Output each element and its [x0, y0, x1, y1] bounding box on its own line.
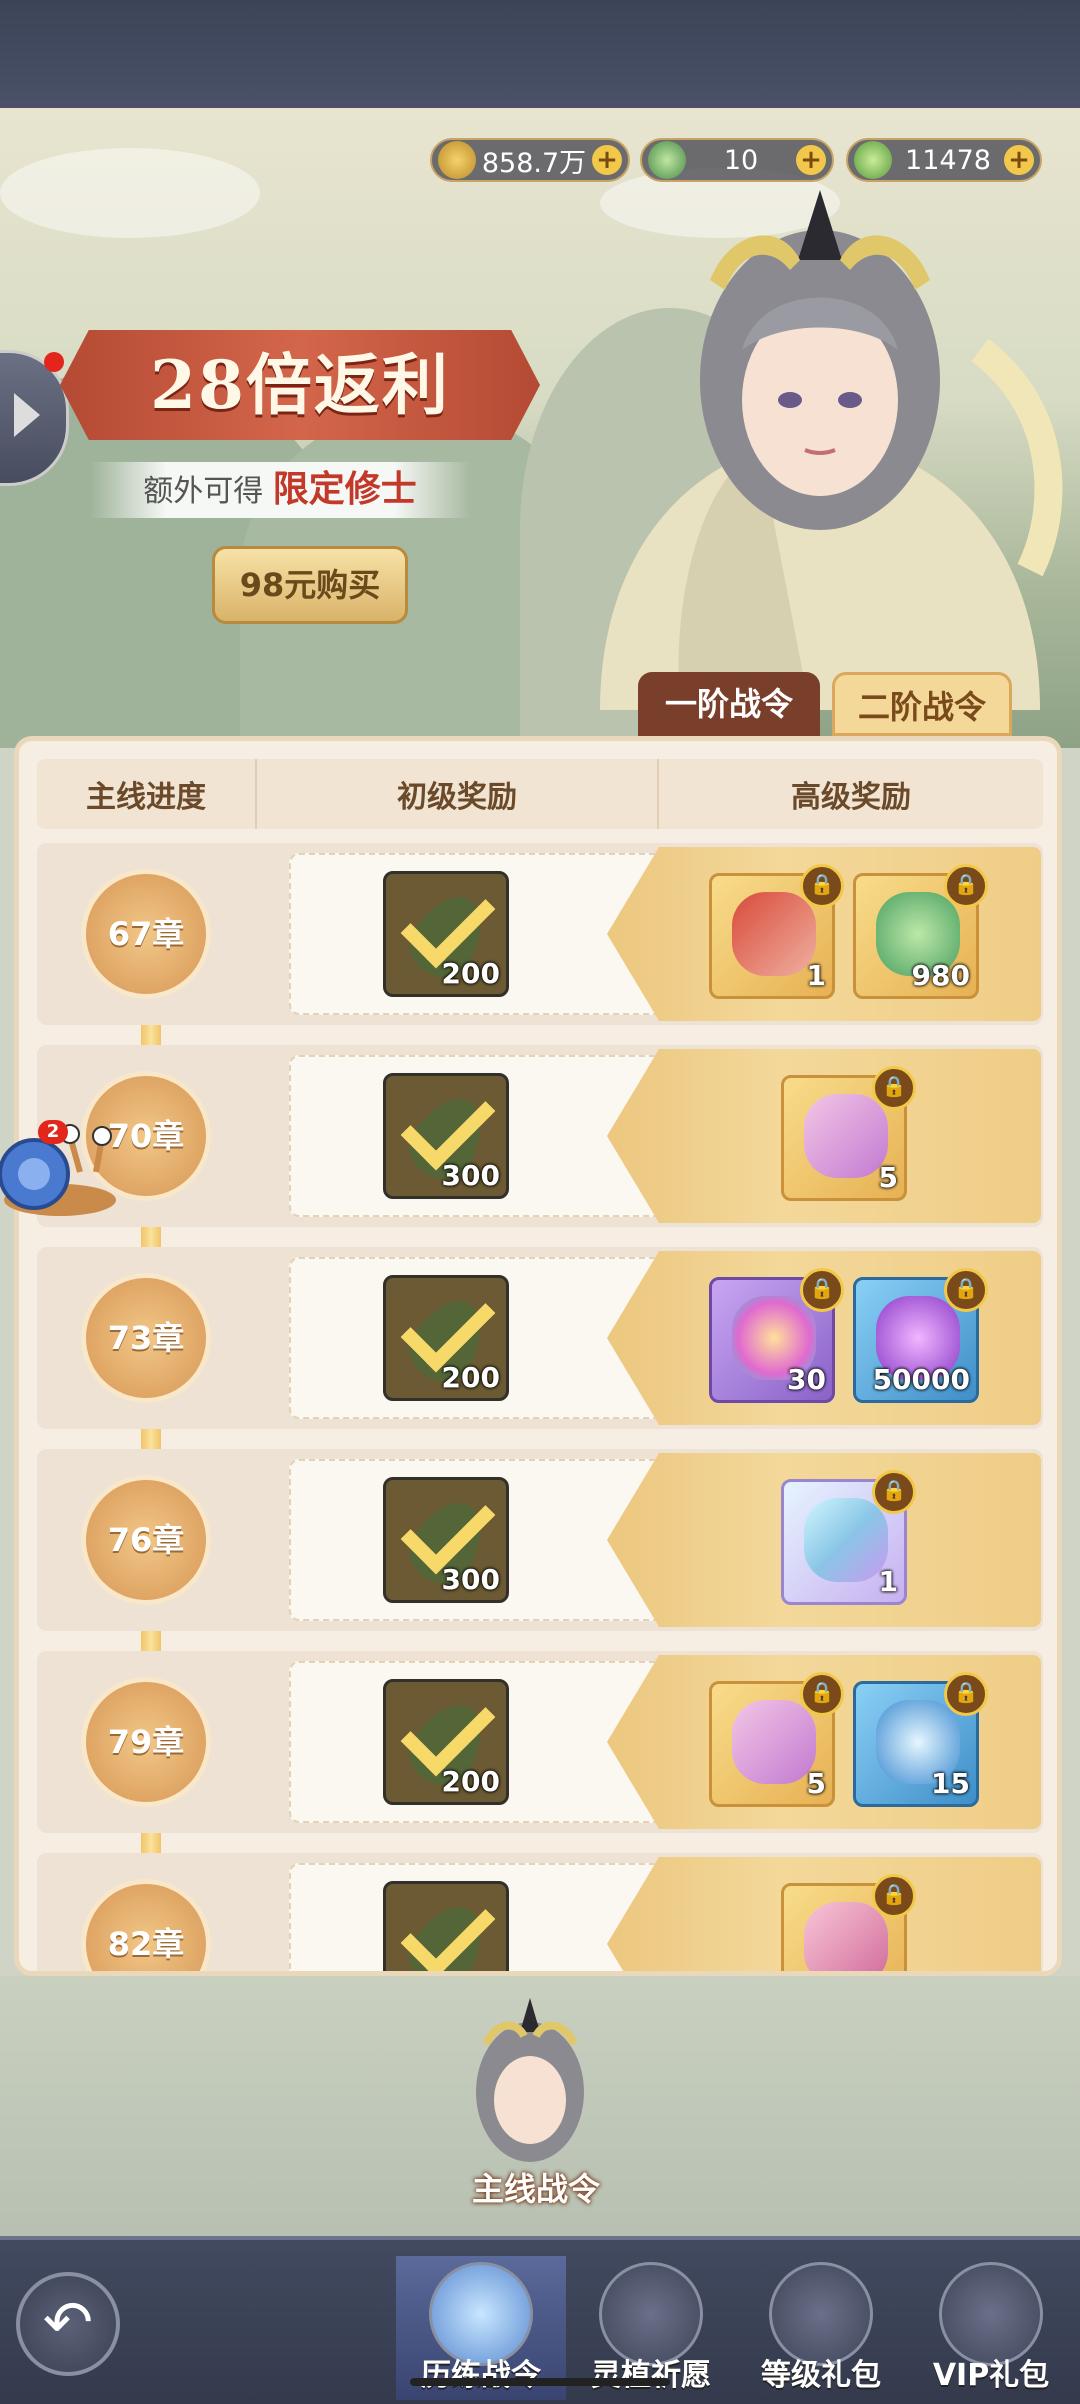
- basic-reward-item[interactable]: 200: [383, 1275, 509, 1401]
- coin-icon: [438, 141, 476, 179]
- back-button[interactable]: ↶: [16, 2272, 120, 2376]
- tab-tier1-pass[interactable]: 一阶战令: [638, 672, 820, 736]
- lock-icon: 🔒: [944, 1268, 988, 1312]
- cultivator-character-art: [600, 190, 1063, 710]
- basic-reward-item[interactable]: 200: [383, 871, 509, 997]
- status-bar: [0, 0, 1080, 112]
- reward-row: 67章 200 🔒 1 🔒 980: [37, 843, 1043, 1025]
- item-qty: 200: [441, 1765, 500, 1798]
- lock-icon: 🔒: [800, 864, 844, 908]
- back-arrow-icon: ↶: [42, 2288, 94, 2358]
- nav-vip-gift[interactable]: VIP礼包: [906, 2256, 1076, 2400]
- item-qty: 980: [911, 959, 970, 992]
- promo-title: 28倍返利: [150, 346, 450, 424]
- reward-row: 70章 300 🔒 5: [37, 1045, 1043, 1227]
- home-indicator[interactable]: [410, 2378, 670, 2386]
- reward-row: 76章 300 🔒 1: [37, 1449, 1043, 1631]
- item-qty: 200: [441, 957, 500, 990]
- premium-reward-item[interactable]: 🔒 1: [709, 864, 844, 999]
- main-pass-label[interactable]: 主线战令: [456, 2164, 616, 2208]
- crystal-gem-icon: [804, 1498, 888, 1582]
- lock-icon: 🔒: [800, 1268, 844, 1312]
- chapter-badge: 82章: [81, 1879, 211, 1971]
- lock-icon: 🔒: [872, 1470, 916, 1514]
- basic-reward-item[interactable]: 300: [383, 1477, 509, 1603]
- chapter-badge: 79章: [81, 1677, 211, 1807]
- nav-plant-wish-label: 灵植祈愿: [591, 2358, 711, 2393]
- chapter-badge: 73章: [81, 1273, 211, 1403]
- lock-icon: 🔒: [944, 1672, 988, 1716]
- snail-badge: 2: [38, 1120, 68, 1144]
- lock-icon: 🔒: [800, 1672, 844, 1716]
- chapter-badge: 76章: [81, 1475, 211, 1605]
- premium-reward-item[interactable]: 🔒 30: [709, 1268, 844, 1403]
- premium-reward-item[interactable]: 🔒 15: [853, 1672, 988, 1807]
- basic-reward-item[interactable]: 200: [383, 1679, 509, 1805]
- reward-row: 73章 200 🔒 30 🔒 50000: [37, 1247, 1043, 1429]
- premium-reward-item[interactable]: 🔒 50000: [853, 1268, 988, 1403]
- basic-reward-item[interactable]: [383, 1881, 509, 1971]
- item-qty: 300: [441, 1159, 500, 1192]
- premium-reward-item[interactable]: 🔒: [781, 1874, 916, 1971]
- pink-scroll-icon: [732, 1700, 816, 1784]
- item-qty: 5: [878, 1161, 898, 1194]
- header-premium: 高级奖励: [791, 780, 911, 815]
- buy-button[interactable]: 98元购买: [212, 546, 408, 624]
- nav-level-gift-label: 等级礼包: [761, 2358, 881, 2393]
- main-pass-entry-icon[interactable]: [456, 1992, 604, 2182]
- item-qty: 1: [878, 1565, 898, 1598]
- promo-subtitle-prefix: 额外可得: [143, 474, 264, 509]
- reward-panel[interactable]: 主线进度 初级奖励 高级奖励 67章 200 🔒 1 🔒 980 70章 300…: [14, 736, 1062, 1976]
- promo-subtitle: 额外可得 限定修士: [90, 462, 470, 518]
- table-header: 主线进度 初级奖励 高级奖励: [37, 759, 1043, 829]
- item-qty: 50000: [872, 1363, 970, 1396]
- lock-icon: 🔒: [872, 1066, 916, 1110]
- header-basic: 初级奖励: [257, 759, 659, 829]
- lock-icon: 🔒: [872, 1874, 916, 1918]
- basic-reward-item[interactable]: 300: [383, 1073, 509, 1199]
- reward-row: 82章 🔒: [37, 1853, 1043, 1971]
- item-qty: 300: [441, 1563, 500, 1596]
- tab-tier2-pass[interactable]: 二阶战令: [832, 672, 1012, 736]
- reward-row: 79章 200 🔒 5 🔒 15: [37, 1651, 1043, 1833]
- premium-reward-item[interactable]: 🔒 980: [853, 864, 988, 999]
- header-progress: 主线进度: [37, 759, 257, 829]
- pink-scroll-icon: [804, 1094, 888, 1178]
- item-qty: 1: [806, 959, 826, 992]
- premium-reward-item[interactable]: 🔒 5: [781, 1066, 916, 1201]
- item-qty: 15: [931, 1767, 970, 1800]
- nav-vip-gift-label: VIP礼包: [932, 2358, 1050, 2393]
- premium-reward-item[interactable]: 🔒 5: [709, 1672, 844, 1807]
- lock-icon: 🔒: [944, 864, 988, 908]
- promo-subtitle-highlight: 限定修士: [272, 469, 417, 510]
- cultivator-chest-icon: [732, 892, 816, 976]
- item-qty: 5: [806, 1767, 826, 1800]
- chapter-badge: 67章: [81, 869, 211, 999]
- pink-crystal-icon: [804, 1902, 888, 1971]
- nav-pass-label: 历练战令: [421, 2358, 541, 2393]
- nav-level-gift[interactable]: 等级礼包: [736, 2256, 906, 2400]
- premium-reward-item[interactable]: 🔒 1: [781, 1470, 916, 1605]
- item-qty: 200: [441, 1361, 500, 1394]
- item-qty: 30: [787, 1363, 826, 1396]
